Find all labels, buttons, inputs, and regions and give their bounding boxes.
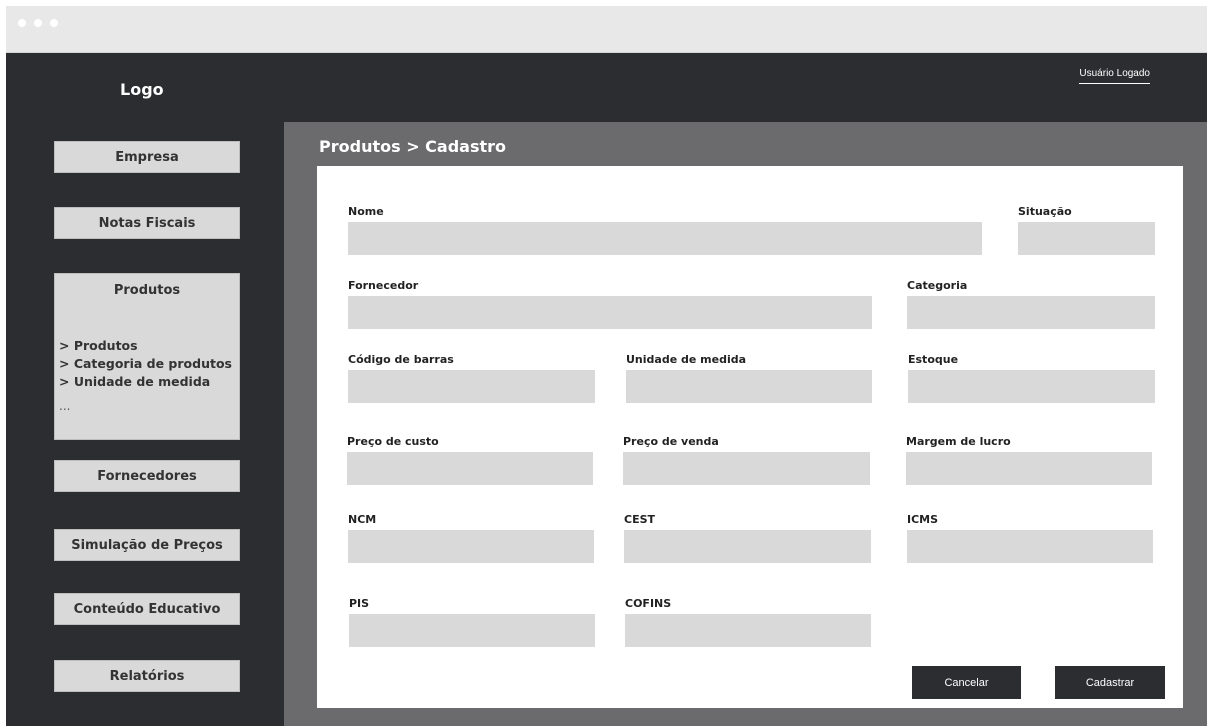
sidebar-item-simulacao-precos[interactable]: Simulação de Preços (54, 529, 240, 561)
fornecedor-input[interactable] (348, 296, 872, 329)
preco-venda-label: Preço de venda (623, 435, 719, 448)
nome-label: Nome (348, 205, 384, 218)
cest-input[interactable] (624, 530, 871, 563)
cancel-button[interactable]: Cancelar (912, 666, 1021, 699)
page-title: Produtos > Cadastro (319, 137, 507, 156)
estoque-label: Estoque (908, 353, 959, 366)
categoria-input[interactable] (907, 296, 1155, 329)
submenu-item-categoria-produtos[interactable]: > Categoria de produtos (59, 356, 232, 371)
window-dot-close-icon[interactable] (18, 19, 26, 27)
margem-lucro-label: Margem de lucro (906, 435, 1011, 448)
preco-venda-input[interactable] (623, 452, 870, 485)
situacao-input[interactable] (1018, 222, 1155, 255)
preco-custo-input[interactable] (347, 452, 593, 485)
codigo-barras-input[interactable] (348, 370, 595, 403)
submenu-item-produtos[interactable]: > Produtos (59, 338, 138, 353)
ncm-input[interactable] (348, 530, 594, 563)
sidebar-item-empresa[interactable]: Empresa (54, 141, 240, 173)
ncm-label: NCM (348, 513, 377, 526)
preco-custo-label: Preço de custo (347, 435, 439, 448)
sidebar-group-produtos: Produtos > Produtos > Categoria de produ… (54, 273, 240, 440)
icms-input[interactable] (907, 530, 1153, 563)
cofins-label: COFINS (625, 597, 672, 610)
main-content: Produtos > Cadastro Nome Situação Fornec… (284, 122, 1207, 726)
situacao-label: Situação (1018, 205, 1072, 218)
submenu-item-unidade-medida[interactable]: > Unidade de medida (59, 374, 210, 389)
nome-input[interactable] (348, 222, 982, 255)
sidebar-item-produtos[interactable]: Produtos (55, 283, 239, 298)
pis-label: PIS (349, 597, 370, 610)
window-dot-minimize-icon[interactable] (34, 19, 42, 27)
pis-input[interactable] (349, 614, 595, 647)
unidade-medida-input[interactable] (626, 370, 872, 403)
categoria-label: Categoria (907, 279, 968, 292)
sidebar-item-conteudo-educativo[interactable]: Conteúdo Educativo (54, 593, 240, 625)
unidade-medida-label: Unidade de medida (626, 353, 747, 366)
product-form: Nome Situação Fornecedor Categoria Códig… (317, 166, 1183, 708)
codigo-barras-label: Código de barras (348, 353, 454, 366)
fornecedor-label: Fornecedor (348, 279, 419, 292)
cofins-input[interactable] (625, 614, 871, 647)
submit-button[interactable]: Cadastrar (1055, 666, 1165, 699)
estoque-input[interactable] (908, 370, 1155, 403)
logo: Logo (120, 80, 164, 99)
app-window: Logo Usuário Logado Empresa Notas Fiscai… (6, 6, 1207, 726)
user-menu-link[interactable]: Usuário Logado (1079, 68, 1150, 84)
margem-lucro-input[interactable] (906, 452, 1152, 485)
icms-label: ICMS (907, 513, 939, 526)
sidebar-item-notas-fiscais[interactable]: Notas Fiscais (54, 207, 240, 239)
cest-label: CEST (624, 513, 656, 526)
window-dot-maximize-icon[interactable] (50, 19, 58, 27)
sidebar-item-relatorios[interactable]: Relatórios (54, 660, 240, 692)
submenu-more: ... (59, 399, 71, 413)
window-titlebar (6, 6, 1207, 53)
sidebar-item-fornecedores[interactable]: Fornecedores (54, 460, 240, 492)
